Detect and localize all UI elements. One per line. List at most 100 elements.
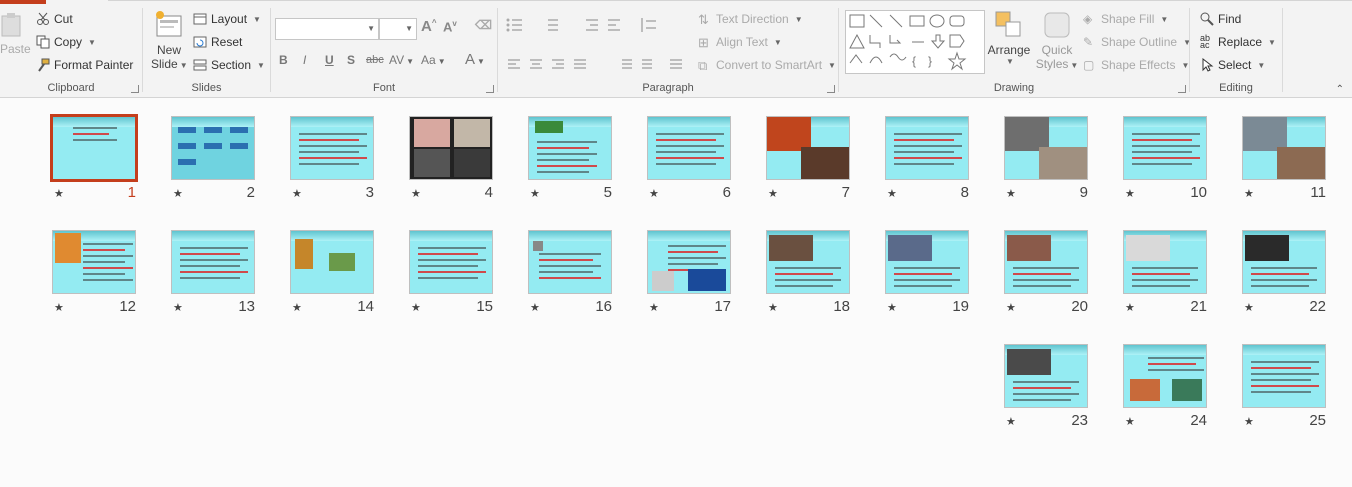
transition-star-icon[interactable]: ★ bbox=[1244, 187, 1254, 200]
transition-star-icon[interactable]: ★ bbox=[768, 187, 778, 200]
transition-star-icon[interactable]: ★ bbox=[768, 301, 778, 314]
transition-star-icon[interactable]: ★ bbox=[649, 187, 659, 200]
drawing-launcher-icon[interactable] bbox=[1178, 85, 1186, 93]
transition-star-icon[interactable]: ★ bbox=[411, 187, 421, 200]
font-size-combobox[interactable]: ▼ bbox=[379, 18, 417, 40]
slide-text-line bbox=[1132, 163, 1192, 165]
align-text-button[interactable]: ⊞ Align Text ▼ bbox=[698, 35, 782, 50]
strikethrough-button[interactable]: abc bbox=[366, 54, 384, 66]
transition-star-icon[interactable]: ★ bbox=[1244, 301, 1254, 314]
slide-thumbnail[interactable] bbox=[1123, 344, 1207, 408]
font-name-combobox[interactable]: ▼ bbox=[275, 18, 379, 40]
slide-thumbnail[interactable] bbox=[50, 114, 138, 182]
cut-button[interactable]: Cut bbox=[36, 12, 73, 26]
reset-button[interactable]: Reset bbox=[193, 35, 242, 49]
slide-thumbnail[interactable] bbox=[1123, 230, 1207, 294]
font-name-dropdown-icon[interactable]: ▼ bbox=[367, 24, 375, 33]
text-direction-button[interactable]: ⇅ Text Direction ▼ bbox=[698, 12, 803, 27]
italic-button[interactable]: I bbox=[303, 53, 306, 67]
slide-thumbnail[interactable] bbox=[1123, 116, 1207, 180]
shape-outline-button[interactable]: ✎ Shape Outline ▼ bbox=[1083, 35, 1191, 49]
shapes-gallery[interactable]: {} bbox=[845, 10, 985, 74]
slide-thumbnail[interactable] bbox=[1004, 116, 1088, 180]
transition-star-icon[interactable]: ★ bbox=[292, 187, 302, 200]
slide-text-line bbox=[1013, 279, 1079, 281]
slide-thumbnail[interactable] bbox=[52, 230, 136, 294]
transition-star-icon[interactable]: ★ bbox=[1006, 415, 1016, 428]
transition-star-icon[interactable]: ★ bbox=[173, 301, 183, 314]
collapse-ribbon-icon[interactable]: ⌃ bbox=[1336, 84, 1344, 95]
font-size-dropdown-icon[interactable]: ▼ bbox=[405, 24, 413, 33]
slide-thumbnail[interactable] bbox=[1004, 344, 1088, 408]
shadow-button[interactable]: S bbox=[347, 53, 355, 67]
slide-thumbnail[interactable] bbox=[290, 230, 374, 294]
transition-star-icon[interactable]: ★ bbox=[887, 301, 897, 314]
slide-thumbnail[interactable] bbox=[409, 116, 493, 180]
slide-thumbnail[interactable] bbox=[766, 116, 850, 180]
change-case-button[interactable]: Aa ▼ bbox=[421, 53, 446, 67]
paragraph-launcher-icon[interactable] bbox=[827, 85, 835, 93]
layout-button[interactable]: Layout ▼ bbox=[193, 12, 261, 26]
slide-thumbnail[interactable] bbox=[528, 230, 612, 294]
copy-dropdown-icon[interactable]: ▼ bbox=[88, 38, 96, 47]
transition-star-icon[interactable]: ★ bbox=[54, 301, 64, 314]
copy-button[interactable]: Copy ▼ bbox=[36, 35, 96, 49]
shrink-font-icon[interactable]: Av bbox=[443, 19, 457, 34]
select-button[interactable]: Select ▼ bbox=[1200, 58, 1265, 72]
slide-thumbnail[interactable] bbox=[1242, 344, 1326, 408]
section-button[interactable]: Section ▼ bbox=[193, 58, 265, 72]
slide-thumbnail[interactable] bbox=[171, 230, 255, 294]
shape-effects-button[interactable]: ▢ Shape Effects ▼ bbox=[1083, 58, 1189, 72]
replace-dropdown-icon[interactable]: ▼ bbox=[1268, 38, 1276, 47]
new-slide-button[interactable]: New Slide ▼ bbox=[151, 10, 188, 71]
convert-smartart-button[interactable]: ⧉ Convert to SmartArt ▼ bbox=[698, 58, 836, 73]
underline-button[interactable]: U bbox=[325, 53, 334, 67]
quick-styles-button[interactable]: Quick Styles ▼ bbox=[1035, 10, 1079, 71]
clear-formatting-icon[interactable]: ⌫ bbox=[475, 18, 492, 32]
slide-thumbnail[interactable] bbox=[647, 230, 731, 294]
slide-thumbnail[interactable] bbox=[766, 230, 850, 294]
slide-thumbnail[interactable] bbox=[1242, 116, 1326, 180]
new-slide-label-1: New bbox=[156, 43, 181, 57]
transition-star-icon[interactable]: ★ bbox=[173, 187, 183, 200]
find-button[interactable]: Find bbox=[1200, 12, 1241, 26]
arrange-button[interactable]: Arrange ▼ bbox=[987, 10, 1031, 66]
replace-button[interactable]: ab ac Replace ▼ bbox=[1200, 34, 1276, 50]
font-launcher-icon[interactable] bbox=[486, 85, 494, 93]
slide-thumbnail[interactable] bbox=[885, 230, 969, 294]
slide-thumbnail[interactable] bbox=[171, 116, 255, 180]
slide-thumbnail[interactable] bbox=[885, 116, 969, 180]
shape-fill-button[interactable]: ◈ Shape Fill ▼ bbox=[1083, 12, 1168, 26]
transition-star-icon[interactable]: ★ bbox=[530, 301, 540, 314]
transition-star-icon[interactable]: ★ bbox=[887, 187, 897, 200]
transition-star-icon[interactable]: ★ bbox=[1125, 415, 1135, 428]
slide-thumbnail[interactable] bbox=[647, 116, 731, 180]
transition-star-icon[interactable]: ★ bbox=[54, 187, 64, 200]
transition-star-icon[interactable]: ★ bbox=[1006, 301, 1016, 314]
slide-image bbox=[1277, 147, 1325, 179]
slide-thumbnail[interactable] bbox=[290, 116, 374, 180]
clipboard-launcher-icon[interactable] bbox=[131, 85, 139, 93]
paste-button[interactable]: Paste bbox=[0, 13, 31, 56]
transition-star-icon[interactable]: ★ bbox=[1006, 187, 1016, 200]
slide-thumbnail[interactable] bbox=[528, 116, 612, 180]
transition-star-icon[interactable]: ★ bbox=[1244, 415, 1254, 428]
slide-text-line bbox=[894, 151, 954, 153]
slide-thumbnail[interactable] bbox=[409, 230, 493, 294]
slide-thumbnail[interactable] bbox=[1004, 230, 1088, 294]
slide-number: 10 bbox=[1190, 184, 1207, 201]
change-case-dropdown-icon: ▼ bbox=[437, 57, 446, 66]
char-spacing-button[interactable]: AV ▼ bbox=[389, 53, 414, 67]
font-color-button[interactable]: A ▼ bbox=[465, 51, 485, 68]
transition-star-icon[interactable]: ★ bbox=[1125, 301, 1135, 314]
transition-star-icon[interactable]: ★ bbox=[411, 301, 421, 314]
transition-star-icon[interactable]: ★ bbox=[649, 301, 659, 314]
transition-star-icon[interactable]: ★ bbox=[292, 301, 302, 314]
slide-header-wave bbox=[648, 117, 730, 127]
transition-star-icon[interactable]: ★ bbox=[530, 187, 540, 200]
format-painter-button[interactable]: Format Painter bbox=[36, 58, 133, 72]
transition-star-icon[interactable]: ★ bbox=[1125, 187, 1135, 200]
slide-thumbnail[interactable] bbox=[1242, 230, 1326, 294]
bold-button[interactable]: B bbox=[279, 53, 288, 67]
grow-font-icon[interactable]: A^ bbox=[421, 18, 437, 35]
